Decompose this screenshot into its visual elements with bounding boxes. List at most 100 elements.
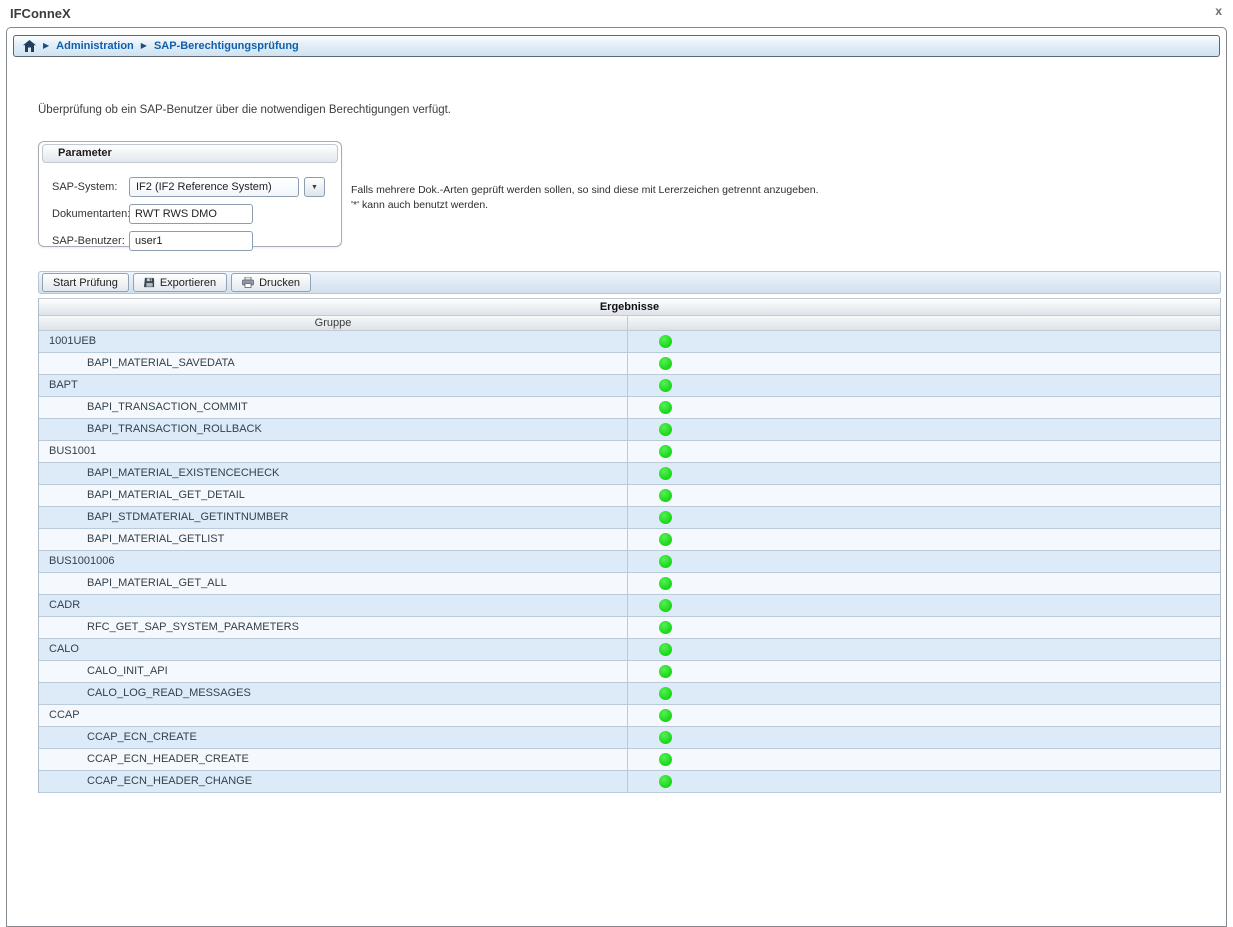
sap-system-dropdown-button[interactable]: ▼: [304, 177, 325, 197]
table-row[interactable]: BUS1001: [39, 441, 1220, 463]
table-row[interactable]: RFC_GET_SAP_SYSTEM_PARAMETERS: [39, 617, 1220, 639]
group-name-cell: BUS1001: [39, 441, 628, 462]
group-name-cell: BUS1001006: [39, 551, 628, 572]
status-ok-dot: [659, 555, 672, 568]
results-toolbar: Start Prüfung Exportieren Drucken: [38, 271, 1221, 294]
results-table-title: Ergebnisse: [39, 298, 1220, 316]
function-name-cell: CALO_INIT_API: [39, 661, 628, 682]
sap-system-label: SAP-System:: [52, 181, 117, 193]
main-panel: ▶ Administration ▶ SAP-Berechtigungsprüf…: [6, 27, 1227, 927]
gruppe-column-header[interactable]: Gruppe: [39, 316, 628, 330]
status-cell: [628, 771, 1220, 792]
table-row[interactable]: BAPT: [39, 375, 1220, 397]
status-ok-dot: [659, 599, 672, 612]
table-row[interactable]: CALO: [39, 639, 1220, 661]
exportieren-button-label: Exportieren: [160, 277, 216, 289]
status-ok-dot: [659, 753, 672, 766]
sap-benutzer-input[interactable]: [129, 231, 253, 251]
function-name-cell: BAPI_STDMATERIAL_GETINTNUMBER: [39, 507, 628, 528]
status-ok-dot: [659, 467, 672, 480]
save-icon: [144, 277, 155, 288]
parameter-panel-title: Parameter: [42, 144, 338, 163]
start-pruefung-button-label: Start Prüfung: [53, 277, 118, 289]
status-column-header[interactable]: [628, 316, 1220, 330]
group-name-cell: CADR: [39, 595, 628, 616]
exportieren-button[interactable]: Exportieren: [133, 273, 227, 292]
status-ok-dot: [659, 687, 672, 700]
status-ok-dot: [659, 643, 672, 656]
breadcrumb-item-sap-berechtigungspruefung[interactable]: SAP-Berechtigungsprüfung: [154, 40, 299, 52]
sap-benutzer-field-row: SAP-Benutzer:: [39, 231, 341, 251]
results-table: Ergebnisse Gruppe 1001UEBBAPI_MATERIAL_S…: [38, 298, 1221, 793]
group-name-cell: BAPT: [39, 375, 628, 396]
status-cell: [628, 661, 1220, 682]
table-row[interactable]: BAPI_MATERIAL_GET_DETAIL: [39, 485, 1220, 507]
status-ok-dot: [659, 709, 672, 722]
status-cell: [628, 727, 1220, 748]
function-name-cell: BAPI_MATERIAL_GET_DETAIL: [39, 485, 628, 506]
function-name-cell: CCAP_ECN_HEADER_CREATE: [39, 749, 628, 770]
table-row[interactable]: BAPI_STDMATERIAL_GETINTNUMBER: [39, 507, 1220, 529]
results-table-body: 1001UEBBAPI_MATERIAL_SAVEDATABAPTBAPI_TR…: [39, 331, 1220, 793]
breadcrumb-item-administration[interactable]: Administration: [56, 40, 134, 52]
table-row[interactable]: BAPI_MATERIAL_SAVEDATA: [39, 353, 1220, 375]
sap-benutzer-label: SAP-Benutzer:: [52, 235, 125, 247]
dokumentarten-field-row: Dokumentarten:: [39, 204, 341, 224]
table-row[interactable]: BAPI_MATERIAL_GET_ALL: [39, 573, 1220, 595]
start-pruefung-button[interactable]: Start Prüfung: [42, 273, 129, 292]
status-cell: [628, 375, 1220, 396]
sap-system-field-row: SAP-System: IF2 (IF2 Reference System) ▼: [39, 177, 341, 197]
function-name-cell: CCAP_ECN_HEADER_CHANGE: [39, 771, 628, 792]
table-row[interactable]: BUS1001006: [39, 551, 1220, 573]
breadcrumb: ▶ Administration ▶ SAP-Berechtigungsprüf…: [13, 35, 1220, 57]
function-name-cell: BAPI_MATERIAL_GET_ALL: [39, 573, 628, 594]
table-row[interactable]: CCAP: [39, 705, 1220, 727]
table-row[interactable]: BAPI_TRANSACTION_ROLLBACK: [39, 419, 1220, 441]
status-cell: [628, 529, 1220, 550]
sap-system-combobox[interactable]: IF2 (IF2 Reference System): [129, 177, 299, 197]
close-icon[interactable]: x: [1215, 4, 1222, 18]
status-cell: [628, 485, 1220, 506]
status-ok-dot: [659, 577, 672, 590]
status-cell: [628, 331, 1220, 352]
status-cell: [628, 353, 1220, 374]
status-ok-dot: [659, 665, 672, 678]
hint-line-1: Falls mehrere Dok.-Arten geprüft werden …: [351, 183, 819, 198]
function-name-cell: RFC_GET_SAP_SYSTEM_PARAMETERS: [39, 617, 628, 638]
status-cell: [628, 749, 1220, 770]
status-cell: [628, 573, 1220, 594]
table-row[interactable]: BAPI_MATERIAL_EXISTENCECHECK: [39, 463, 1220, 485]
status-ok-dot: [659, 731, 672, 744]
function-name-cell: BAPI_TRANSACTION_ROLLBACK: [39, 419, 628, 440]
breadcrumb-separator-icon: ▶: [141, 42, 147, 50]
table-row[interactable]: BAPI_TRANSACTION_COMMIT: [39, 397, 1220, 419]
home-icon[interactable]: [23, 40, 36, 52]
status-ok-dot: [659, 423, 672, 436]
status-cell: [628, 441, 1220, 462]
table-row[interactable]: BAPI_MATERIAL_GETLIST: [39, 529, 1220, 551]
function-name-cell: CCAP_ECN_CREATE: [39, 727, 628, 748]
status-cell: [628, 639, 1220, 660]
table-row[interactable]: CALO_LOG_READ_MESSAGES: [39, 683, 1220, 705]
hint-text: Falls mehrere Dok.-Arten geprüft werden …: [351, 183, 819, 213]
table-row[interactable]: CCAP_ECN_HEADER_CREATE: [39, 749, 1220, 771]
drucken-button[interactable]: Drucken: [231, 273, 311, 292]
table-row[interactable]: 1001UEB: [39, 331, 1220, 353]
chevron-down-icon: ▼: [311, 184, 318, 191]
results-table-header-row: Gruppe: [39, 316, 1220, 331]
status-ok-dot: [659, 621, 672, 634]
group-name-cell: CALO: [39, 639, 628, 660]
table-row[interactable]: CADR: [39, 595, 1220, 617]
table-row[interactable]: CALO_INIT_API: [39, 661, 1220, 683]
status-ok-dot: [659, 489, 672, 502]
table-row[interactable]: CCAP_ECN_HEADER_CHANGE: [39, 771, 1220, 793]
status-cell: [628, 683, 1220, 704]
status-cell: [628, 705, 1220, 726]
status-cell: [628, 463, 1220, 484]
drucken-button-label: Drucken: [259, 277, 300, 289]
function-name-cell: BAPI_TRANSACTION_COMMIT: [39, 397, 628, 418]
status-ok-dot: [659, 357, 672, 370]
table-row[interactable]: CCAP_ECN_CREATE: [39, 727, 1220, 749]
status-ok-dot: [659, 379, 672, 392]
dokumentarten-input[interactable]: [129, 204, 253, 224]
